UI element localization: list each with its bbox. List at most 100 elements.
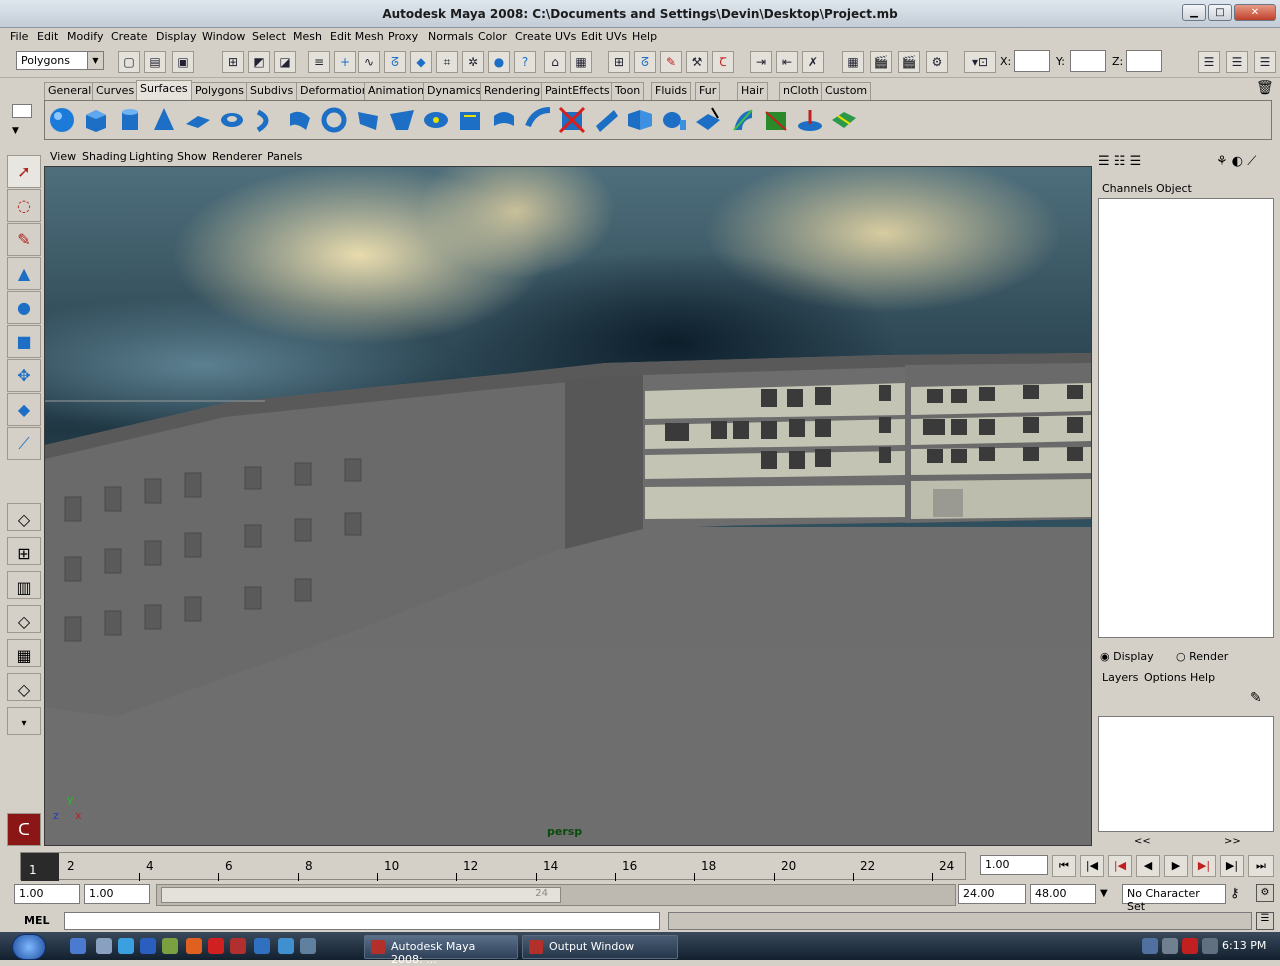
- render-settings-icon[interactable]: ⚙: [926, 51, 948, 73]
- open-scene-icon[interactable]: ▤: [144, 51, 166, 73]
- script-editor-icon[interactable]: ☰: [1256, 912, 1274, 930]
- offset-icon[interactable]: [829, 106, 859, 136]
- word-icon[interactable]: [140, 938, 156, 954]
- lock-icon[interactable]: ⌂: [544, 51, 566, 73]
- trash-icon[interactable]: 🗑: [1256, 80, 1274, 96]
- channel-box-toggle-icon[interactable]: ☰: [1254, 51, 1276, 73]
- universal-manipulator-icon[interactable]: ✥: [7, 359, 41, 392]
- shelf-tab-rendering[interactable]: Rendering: [480, 82, 545, 100]
- absolute-transform-icon[interactable]: ▾⊡: [964, 51, 996, 73]
- range-start-field[interactable]: 1.00: [14, 884, 80, 904]
- new-scene-icon[interactable]: ▢: [118, 51, 140, 73]
- nurbs-cone-icon[interactable]: [149, 106, 179, 136]
- select-hierarchy-icon[interactable]: ⊞: [222, 51, 244, 73]
- untrim-icon[interactable]: [591, 106, 621, 136]
- detach-surfaces-icon[interactable]: [659, 106, 689, 136]
- layers-menu[interactable]: Layers: [1102, 671, 1138, 684]
- paint-icon[interactable]: [162, 938, 178, 954]
- render-grid-icon[interactable]: ⊞: [608, 51, 630, 73]
- play-backwards-icon[interactable]: ◀: [1136, 855, 1160, 877]
- clock[interactable]: 6:13 PM: [1222, 939, 1266, 952]
- tray-network-icon[interactable]: [1162, 938, 1178, 954]
- tray-icon[interactable]: [1142, 938, 1158, 954]
- open-close-icon[interactable]: [727, 106, 757, 136]
- time-slider[interactable]: 1 2 4 6 8 10 12 14 16 18 20 22 24: [14, 850, 966, 882]
- menu-create-uvs[interactable]: Create UVs: [515, 30, 576, 43]
- menu-mesh[interactable]: Mesh: [293, 30, 322, 43]
- minimize-button[interactable]: ▁: [1182, 4, 1206, 21]
- layer-list[interactable]: [1098, 716, 1274, 832]
- scale-tool-icon[interactable]: ■: [7, 325, 41, 358]
- attribute-editor-icon[interactable]: ⚘ ◐ ⟋: [1216, 154, 1256, 169]
- extend-icon[interactable]: [795, 106, 825, 136]
- maya-quicklaunch-icon[interactable]: [230, 938, 246, 954]
- go-to-start-icon[interactable]: ⏮: [1052, 855, 1076, 877]
- shelf-tab-general[interactable]: General: [44, 82, 96, 100]
- snap-view-plane-icon[interactable]: ◆: [410, 51, 432, 73]
- menu-select[interactable]: Select: [252, 30, 286, 43]
- history-icon[interactable]: ✗: [802, 51, 824, 73]
- character-set-field[interactable]: No Character Set: [1122, 884, 1226, 913]
- step-back-frame-icon[interactable]: |◀: [1080, 855, 1104, 877]
- save-scene-icon[interactable]: ▣: [172, 51, 194, 73]
- nurbs-cylinder-icon[interactable]: [115, 106, 145, 136]
- nurbs-plane-icon[interactable]: [183, 106, 213, 136]
- playback-start-field[interactable]: 1.00: [84, 884, 150, 904]
- lasso-tool-icon[interactable]: ◌: [7, 189, 41, 222]
- persp-outliner-layout-icon[interactable]: ▥: [7, 571, 41, 599]
- layout-options-icon[interactable]: ▾: [7, 707, 41, 735]
- close-button[interactable]: ✕: [1234, 4, 1276, 21]
- tray-m-icon[interactable]: [1182, 938, 1198, 954]
- select-object-icon[interactable]: ◩: [248, 51, 270, 73]
- output-line-icon[interactable]: ⇤: [776, 51, 798, 73]
- render-radio[interactable]: ○ Render: [1176, 650, 1228, 663]
- firefox-icon[interactable]: [186, 938, 202, 954]
- shelf-tab-subdivs[interactable]: Subdivs: [246, 82, 298, 100]
- shelf-tab-animation[interactable]: Animation: [364, 82, 429, 100]
- panel-menu-show[interactable]: Show: [177, 150, 207, 163]
- shelf-tab-ncloth[interactable]: nCloth: [779, 82, 823, 100]
- persp-trax-layout-icon[interactable]: ◇: [7, 673, 41, 701]
- highlight-selection-icon[interactable]: ▦: [570, 51, 592, 73]
- shelf-tab-fur[interactable]: Fur: [695, 82, 721, 100]
- output-ops-icon[interactable]: ●: [488, 51, 510, 73]
- revolve-icon[interactable]: [251, 106, 281, 136]
- channels-tab[interactable]: Channels: [1102, 182, 1153, 195]
- menu-display[interactable]: Display: [156, 30, 197, 43]
- nurbs-cube-icon[interactable]: [81, 106, 111, 136]
- selection-mask-icon[interactable]: ≡: [308, 51, 330, 73]
- shelf-tab-painteffects[interactable]: PaintEffects: [541, 82, 614, 100]
- paint-select-tool-icon[interactable]: ✎: [7, 223, 41, 256]
- birail-icon[interactable]: [387, 106, 417, 136]
- range-slider[interactable]: 24: [156, 884, 956, 906]
- object-tab[interactable]: Object: [1156, 182, 1192, 195]
- single-perspective-layout-icon[interactable]: ◇: [7, 503, 41, 531]
- mel-input[interactable]: [64, 912, 660, 930]
- render-view-icon[interactable]: ▦: [842, 51, 864, 73]
- menu-help[interactable]: Help: [632, 30, 657, 43]
- go-to-end-icon[interactable]: ⏭: [1248, 855, 1274, 877]
- shelf-tab-surfaces[interactable]: Surfaces: [136, 80, 192, 100]
- attach-surfaces-icon[interactable]: [625, 106, 655, 136]
- fillet-icon[interactable]: [523, 106, 553, 136]
- channel-box-mode-icon[interactable]: ☰ ☷ ☰: [1098, 154, 1141, 169]
- task-maya[interactable]: Autodesk Maya 2008: ...: [364, 935, 518, 966]
- attribute-editor-toggle-icon[interactable]: ☰: [1198, 51, 1220, 73]
- persp-graph-layout-icon[interactable]: ◇: [7, 605, 41, 633]
- move-tool-icon[interactable]: ▲: [7, 257, 41, 290]
- shelf-tab-fluids[interactable]: Fluids: [651, 82, 692, 100]
- messenger-icon[interactable]: [278, 938, 294, 954]
- four-view-layout-icon[interactable]: ⊞: [7, 537, 41, 565]
- step-forward-key-icon[interactable]: ▶|: [1192, 855, 1216, 877]
- loft-icon[interactable]: [285, 106, 315, 136]
- range-slider-thumb[interactable]: 24: [161, 887, 561, 903]
- menu-color[interactable]: Color: [478, 30, 507, 43]
- character-set-chevron-icon[interactable]: ▼: [1100, 888, 1108, 899]
- range-end-field[interactable]: 48.00: [1030, 884, 1096, 904]
- network-icon[interactable]: [254, 938, 270, 954]
- show-desktop-icon[interactable]: [70, 938, 86, 954]
- scroll-right-button[interactable]: >>: [1224, 836, 1241, 847]
- select-tool-icon[interactable]: ➚: [7, 155, 41, 188]
- explorer-icon[interactable]: [300, 938, 316, 954]
- soft-mod-tool-icon[interactable]: ◆: [7, 393, 41, 426]
